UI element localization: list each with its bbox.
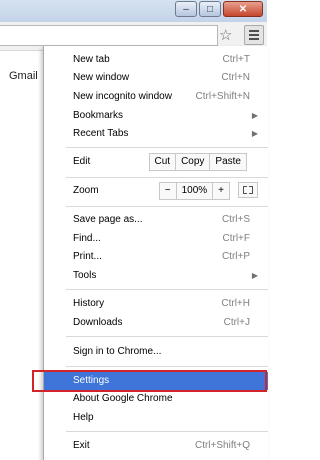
paste-button[interactable]: Paste bbox=[209, 154, 246, 170]
edit-button-group: Cut Copy Paste bbox=[148, 153, 247, 171]
menu-row-zoom: Zoom − 100% + bbox=[44, 182, 268, 200]
zoom-level-value: 100% bbox=[175, 183, 213, 199]
menu-item-sign-in[interactable]: Sign in to Chrome... bbox=[44, 343, 268, 361]
star-icon[interactable]: ☆ bbox=[219, 27, 232, 44]
title-bar: – □ ✕ bbox=[0, 0, 267, 22]
menu-item-recent-tabs[interactable]: Recent Tabs ▶ bbox=[44, 125, 268, 143]
menu-item-label: About Google Chrome bbox=[73, 393, 173, 404]
maximize-icon[interactable]: □ bbox=[199, 1, 221, 17]
menu-item-label: Find... bbox=[73, 233, 101, 244]
menu-separator bbox=[66, 366, 268, 367]
menu-separator bbox=[66, 206, 268, 207]
menu-item-print[interactable]: Print... Ctrl+P bbox=[44, 248, 268, 266]
fullscreen-icon[interactable] bbox=[238, 182, 258, 198]
submenu-arrow-icon: ▶ bbox=[251, 111, 258, 120]
zoom-out-button[interactable]: − bbox=[160, 183, 176, 199]
menu-item-label: Zoom bbox=[73, 185, 99, 196]
menu-item-label: Help bbox=[73, 412, 94, 423]
menu-item-label: Downloads bbox=[73, 317, 123, 328]
menu-item-label: Print... bbox=[73, 251, 102, 262]
menu-item-label: Edit bbox=[73, 156, 91, 167]
menu-item-label: Save page as... bbox=[73, 214, 143, 225]
menu-separator bbox=[66, 336, 268, 337]
menu-item-label: Tools bbox=[73, 270, 97, 281]
annotation-highlight-box bbox=[32, 370, 267, 392]
menu-item-shortcut: Ctrl+J bbox=[223, 317, 250, 328]
submenu-arrow-icon: ▶ bbox=[251, 271, 258, 280]
menu-item-shortcut: Ctrl+P bbox=[221, 251, 250, 262]
menu-item-new-tab[interactable]: New tab Ctrl+T bbox=[44, 51, 268, 69]
menu-item-label: New incognito window bbox=[73, 91, 172, 102]
menu-item-history[interactable]: History Ctrl+H bbox=[44, 295, 268, 313]
menu-item-shortcut: Ctrl+Shift+N bbox=[195, 91, 250, 102]
menu-row-edit: Edit Cut Copy Paste bbox=[44, 153, 268, 171]
menu-item-exit[interactable]: Exit Ctrl+Shift+Q bbox=[44, 437, 268, 455]
menu-separator bbox=[66, 177, 268, 178]
minimize-icon[interactable]: – bbox=[175, 1, 197, 17]
menu-item-shortcut: Ctrl+F bbox=[222, 233, 251, 244]
menu-item-shortcut: Ctrl+Shift+Q bbox=[194, 440, 250, 451]
gmail-link[interactable]: Gmail bbox=[9, 70, 38, 82]
close-icon[interactable]: ✕ bbox=[223, 1, 263, 17]
menu-item-about-google-chrome[interactable]: About Google Chrome bbox=[44, 390, 268, 408]
submenu-arrow-icon: ▶ bbox=[251, 129, 258, 138]
menu-item-shortcut: Ctrl+H bbox=[221, 298, 250, 309]
chrome-menu: New tab Ctrl+T New window Ctrl+N New inc… bbox=[43, 46, 268, 460]
menu-separator bbox=[66, 147, 268, 148]
menu-item-new-window[interactable]: New window Ctrl+N bbox=[44, 69, 268, 87]
menu-item-find[interactable]: Find... Ctrl+F bbox=[44, 230, 268, 248]
zoom-button-group: − 100% + bbox=[158, 182, 230, 200]
menu-item-bookmarks[interactable]: Bookmarks ▶ bbox=[44, 107, 268, 125]
menu-item-label: Exit bbox=[73, 440, 90, 451]
menu-item-shortcut: Ctrl+S bbox=[221, 214, 250, 225]
menu-item-save-page-as[interactable]: Save page as... Ctrl+S bbox=[44, 211, 268, 229]
menu-item-help[interactable]: Help bbox=[44, 409, 268, 427]
menu-separator bbox=[66, 431, 268, 432]
menu-item-label: Sign in to Chrome... bbox=[73, 346, 162, 357]
menu-separator bbox=[66, 289, 268, 290]
menu-item-label: New tab bbox=[73, 54, 110, 65]
address-bar[interactable] bbox=[0, 25, 218, 46]
menu-item-tools[interactable]: Tools ▶ bbox=[44, 267, 268, 285]
menu-item-label: Recent Tabs bbox=[73, 128, 129, 139]
menu-item-shortcut: Ctrl+T bbox=[222, 54, 251, 65]
window-controls: – □ ✕ bbox=[173, 1, 263, 17]
zoom-in-button[interactable]: + bbox=[212, 183, 229, 199]
menu-item-new-incognito-window[interactable]: New incognito window Ctrl+Shift+N bbox=[44, 88, 268, 106]
menu-item-shortcut: Ctrl+N bbox=[221, 72, 250, 83]
menu-item-label: Bookmarks bbox=[73, 110, 124, 121]
menu-item-downloads[interactable]: Downloads Ctrl+J bbox=[44, 314, 268, 332]
hamburger-menu-icon[interactable] bbox=[244, 25, 264, 45]
menu-item-label: History bbox=[73, 298, 105, 309]
copy-button[interactable]: Copy bbox=[175, 154, 209, 170]
menu-item-label: New window bbox=[73, 72, 130, 83]
cut-button[interactable]: Cut bbox=[150, 154, 176, 170]
